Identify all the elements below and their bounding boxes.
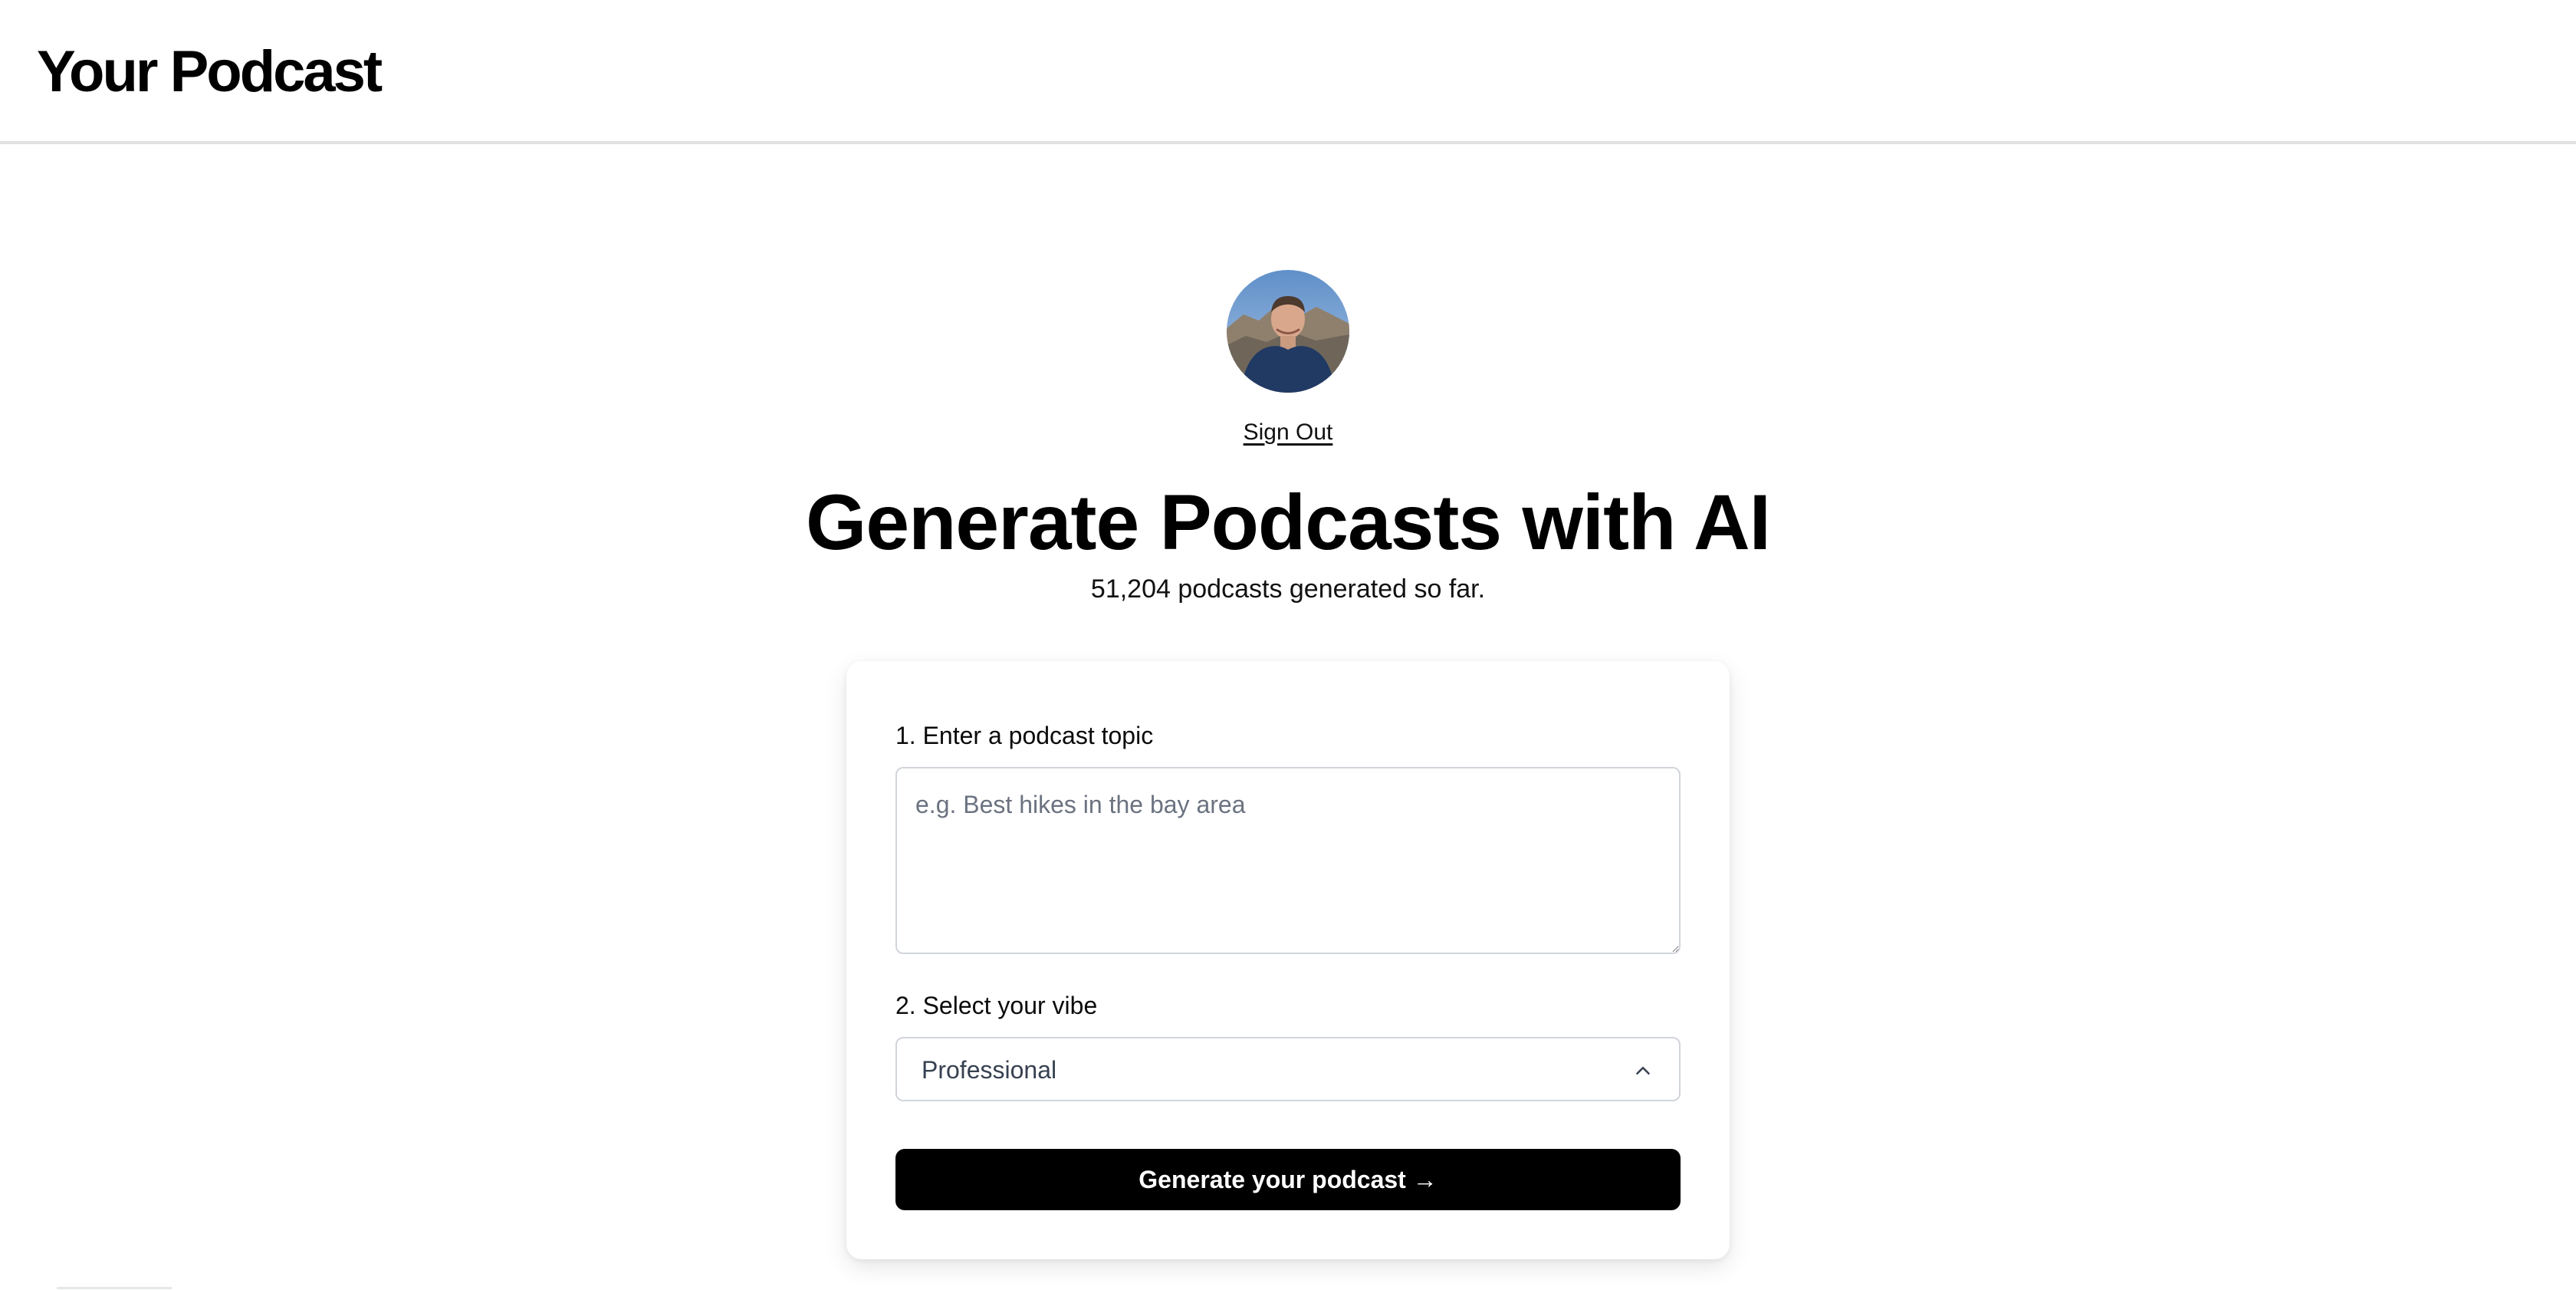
vibe-selected-value: Professional <box>922 1056 1057 1084</box>
vibe-select[interactable]: Professional <box>895 1037 1681 1101</box>
podcast-topic-textarea[interactable] <box>895 767 1681 954</box>
top-navigation: Your Podcast <box>0 0 2576 144</box>
podcast-generation-form: 1. Enter a podcast topic 2. Select your … <box>846 661 1730 1259</box>
vibe-label: 2. Select your vibe <box>895 992 1098 1019</box>
podcast-count-text: 51,204 podcasts generated so far. <box>1090 574 1486 604</box>
chevron-up-icon <box>1636 1067 1650 1074</box>
avatar[interactable] <box>1227 270 1349 393</box>
brand-title[interactable]: Your Podcast <box>37 35 383 109</box>
topic-label: 1. Enter a podcast topic <box>895 722 1154 749</box>
footer-divider <box>57 1287 172 1289</box>
page-title: Generate Podcasts with AI <box>806 479 1771 566</box>
sign-out-link[interactable]: Sign Out <box>1135 416 1441 449</box>
profile-photo <box>1227 270 1349 393</box>
generate-podcast-button[interactable]: Generate your podcast → <box>895 1149 1681 1210</box>
